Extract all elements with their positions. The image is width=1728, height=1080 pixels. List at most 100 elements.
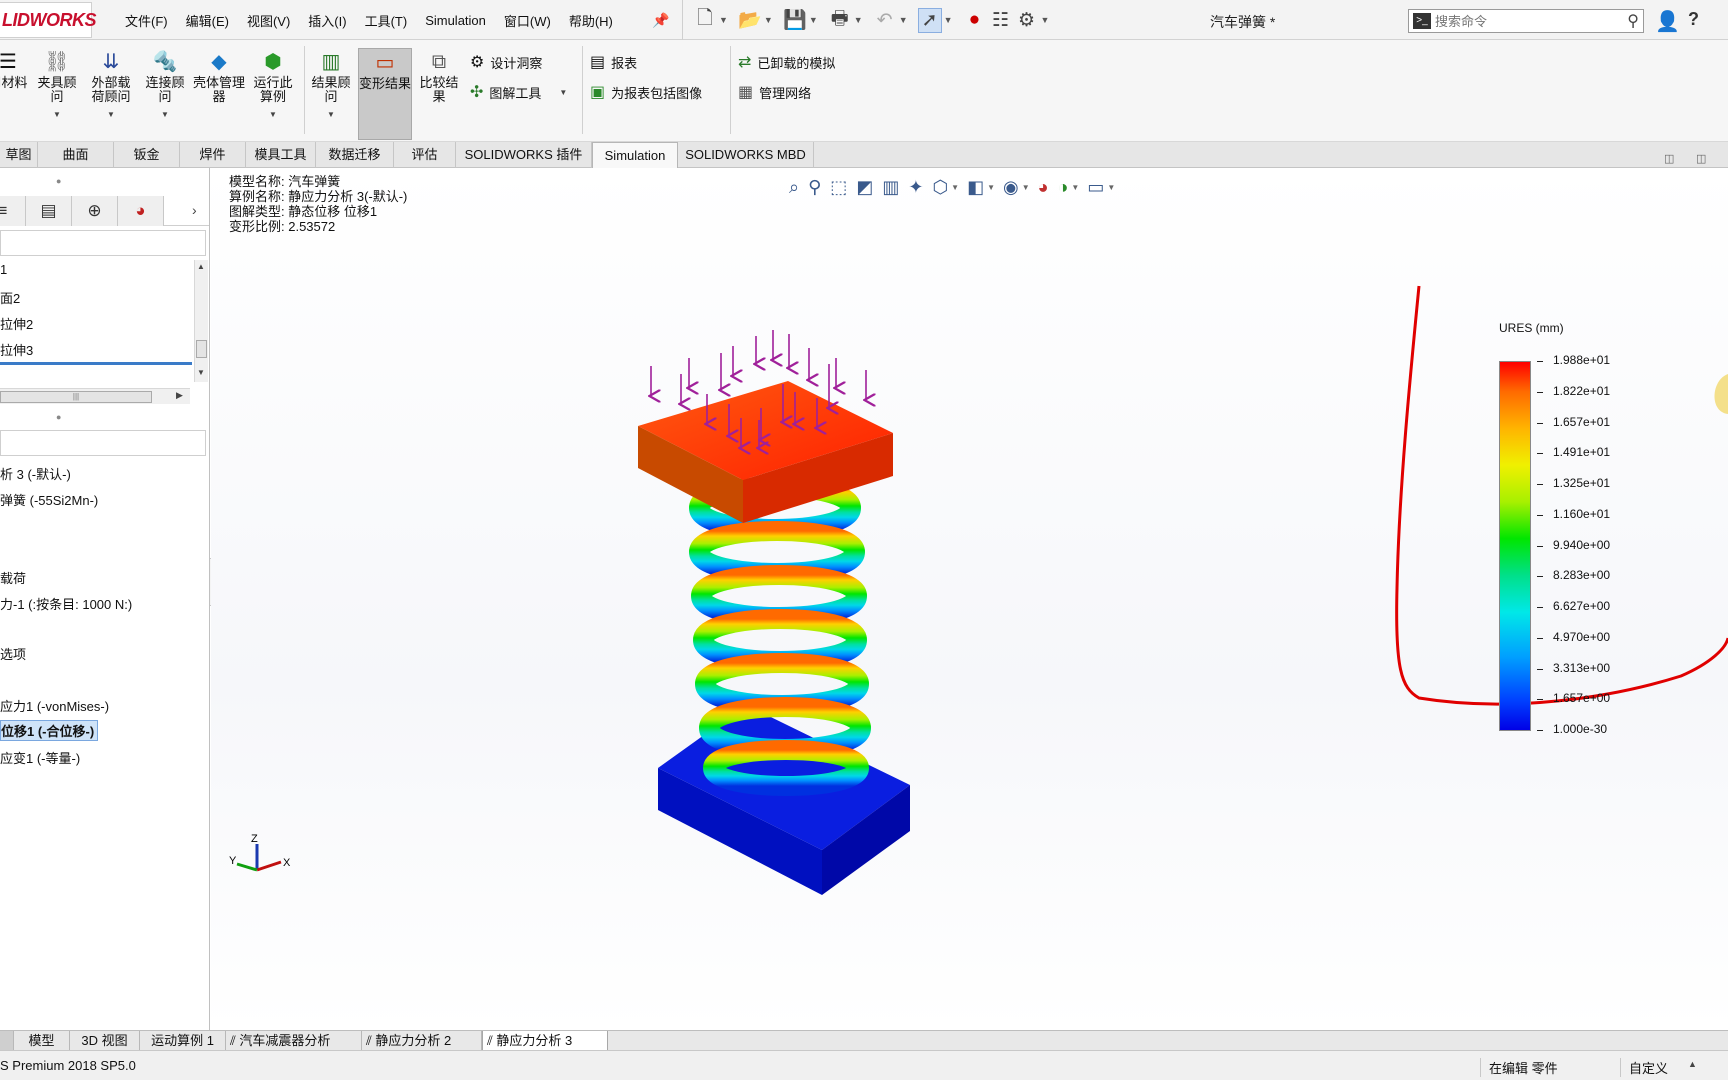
scroll-thumb[interactable]	[196, 340, 207, 358]
tab-mold-tools[interactable]: 模具工具	[246, 142, 316, 168]
external-loads-advisor-button[interactable]: ⇊ 外部载荷顾问 ▼	[86, 50, 136, 122]
menu-window[interactable]: 窗口(W)	[495, 11, 560, 30]
chevron-down-icon[interactable]: ▼	[854, 15, 863, 25]
search-input[interactable]	[1435, 13, 1595, 29]
select-pointer-icon[interactable]: ➚	[917, 7, 942, 33]
help-icon[interactable]: ?	[1688, 9, 1699, 30]
tab-sheet-metal[interactable]: 钣金	[114, 142, 180, 168]
manage-network-button[interactable]: ▦ 管理网络	[738, 82, 811, 102]
tab-static-2[interactable]: ⫽ 静应力分析 2	[362, 1031, 482, 1051]
tree-vertical-scrollbar[interactable]: ▲ ▼	[194, 260, 208, 382]
apply-material-button[interactable]: ☰ 用材料	[0, 50, 28, 90]
tab-data-migration[interactable]: 数据迁移	[316, 142, 394, 168]
open-folder-icon[interactable]: 📂	[738, 8, 762, 32]
rollback-bar[interactable]	[0, 362, 192, 365]
menu-view[interactable]: 视图(V)	[238, 11, 299, 30]
file-properties-icon[interactable]: ☷	[989, 9, 1013, 32]
rebuild-traffic-light-icon[interactable]: ●	[963, 9, 987, 31]
plot-tools-button[interactable]: ✣ 图解工具 ▼	[470, 82, 567, 102]
undo-icon[interactable]: ↶	[873, 9, 897, 32]
menu-edit[interactable]: 编辑(E)	[177, 11, 238, 30]
run-study-button[interactable]: ⬢ 运行此算例 ▼	[248, 50, 298, 122]
tab-sketch[interactable]: 草图	[0, 142, 38, 168]
chevron-down-icon[interactable]: ▼	[140, 108, 190, 122]
study-tree-item-selected[interactable]: 位移1 (-合位移-)	[0, 720, 99, 741]
menu-simulation[interactable]: Simulation	[416, 13, 495, 28]
tab-solidworks-mbd[interactable]: SOLIDWORKS MBD	[678, 142, 814, 168]
chevron-down-icon[interactable]: ▼	[809, 15, 818, 25]
tree-filter-input[interactable]	[0, 230, 206, 256]
chevron-down-icon[interactable]: ▼	[719, 15, 728, 25]
study-tree-item[interactable]: 析 3 (-默认-)	[0, 464, 71, 483]
compare-results-button[interactable]: ⧉ 比较结果	[414, 50, 464, 104]
user-icon[interactable]: 👤	[1655, 9, 1680, 34]
scroll-down-icon[interactable]: ▼	[197, 368, 205, 377]
study-filter-input[interactable]	[0, 430, 206, 456]
tree-item[interactable]: 面2	[0, 288, 20, 307]
tree-item[interactable]: 拉伸2	[0, 314, 33, 333]
deformed-result-button[interactable]: ▭ 变形结果	[358, 48, 412, 140]
app-logo[interactable]: LIDWORKS	[0, 2, 97, 38]
chevron-right-icon[interactable]: ›	[192, 202, 197, 218]
tree-horizontal-scrollbar[interactable]: ||| ▶	[0, 388, 190, 404]
tab-shock-absorber-analysis[interactable]: ⫽ 汽车减震器分析	[226, 1031, 362, 1051]
study-tree-item[interactable]: 弹簧 (-55Si2Mn-)	[0, 490, 98, 509]
results-advisor-button[interactable]: ▥ 结果顾问 ▼	[308, 50, 354, 122]
tab-simulation[interactable]: Simulation	[592, 142, 678, 168]
study-tree-item[interactable]: 应力1 (-vonMises-)	[0, 696, 109, 715]
scroll-up-icon[interactable]: ▲	[197, 262, 205, 271]
property-manager-tab[interactable]: ▤	[26, 196, 72, 226]
report-button[interactable]: ▤ 报表	[590, 52, 637, 72]
new-document-icon[interactable]: 🗋	[693, 4, 717, 36]
search-icon[interactable]: ⚲	[1627, 11, 1639, 31]
chevron-down-icon[interactable]: ▼	[86, 108, 136, 122]
pin-icon[interactable]: 📌	[652, 12, 669, 29]
chevron-down-icon[interactable]: ▼	[32, 108, 82, 122]
fixtures-advisor-button[interactable]: ⛓ 夹具顾问 ▼	[32, 50, 82, 122]
scroll-right-icon[interactable]: ▶	[176, 390, 183, 401]
menu-file[interactable]: 文件(F)	[116, 11, 177, 30]
chevron-down-icon[interactable]: ▼	[944, 15, 953, 25]
collapse-left-icon[interactable]: ◫	[1664, 152, 1674, 165]
tab-evaluate[interactable]: 评估	[394, 142, 456, 168]
chevron-down-icon[interactable]: ▼	[308, 108, 354, 122]
feature-manager-tab[interactable]: ≡	[0, 196, 26, 226]
menu-insert[interactable]: 插入(I)	[299, 11, 355, 30]
chevron-down-icon[interactable]: ▼	[764, 15, 773, 25]
study-tree-item[interactable]: 应变1 (-等量-)	[0, 748, 80, 767]
unloaded-simulations-button[interactable]: ⇄ 已卸载的模拟	[738, 52, 835, 72]
collapse-right-icon[interactable]: ◫	[1696, 152, 1706, 165]
include-image-button[interactable]: ▣ 为报表包括图像	[590, 82, 702, 102]
design-insight-button[interactable]: ⚙ 设计洞察	[470, 52, 542, 72]
tab-model[interactable]: 模型	[14, 1031, 70, 1051]
study-tree-item[interactable]: 力-1 (:按条目: 1000 N:)	[0, 594, 132, 613]
tab-scroll-left-icon[interactable]	[0, 1031, 14, 1051]
units-custom-button[interactable]: 自定义	[1620, 1058, 1668, 1077]
menu-tools[interactable]: 工具(T)	[356, 11, 417, 30]
tab-static-3[interactable]: ⫽ 静应力分析 3	[482, 1031, 608, 1051]
splitter-grip[interactable]: ●	[56, 176, 61, 186]
options-gear-icon[interactable]: ⚙	[1015, 9, 1039, 32]
graphics-area[interactable]: 模型名称: 汽车弹簧 算例名称: 静应力分析 3(-默认-) 图解类型: 静态位…	[211, 168, 1728, 1030]
tree-item[interactable]: 1	[0, 262, 7, 277]
chevron-up-icon[interactable]: ▲	[1688, 1059, 1697, 1069]
scroll-thumb[interactable]: |||	[0, 391, 152, 403]
chevron-down-icon[interactable]: ▼	[559, 88, 567, 97]
chevron-down-icon[interactable]: ▼	[899, 15, 908, 25]
tab-motion-study-1[interactable]: 运动算例 1	[140, 1031, 226, 1051]
splitter-grip[interactable]: ●	[56, 412, 61, 422]
search-commands-box[interactable]: >_ ⚲	[1408, 9, 1644, 33]
tab-solidworks-addins[interactable]: SOLIDWORKS 插件	[456, 142, 592, 168]
tab-3d-views[interactable]: 3D 视图	[70, 1031, 140, 1051]
shell-manager-button[interactable]: ◆ 壳体管理器	[192, 50, 246, 104]
tree-item[interactable]: 拉伸3	[0, 340, 33, 359]
connections-advisor-button[interactable]: 🔩 连接顾问 ▼	[140, 50, 190, 122]
tab-surfaces[interactable]: 曲面	[38, 142, 114, 168]
chevron-down-icon[interactable]: ▼	[248, 108, 298, 122]
chevron-down-icon[interactable]: ▼	[1041, 15, 1050, 25]
print-icon[interactable]: 🖶	[828, 4, 852, 36]
display-manager-icon[interactable]: ◕	[118, 196, 164, 226]
tab-weldments[interactable]: 焊件	[180, 142, 246, 168]
study-tree-item[interactable]: 选项	[0, 644, 26, 663]
dimxpert-crosshair-icon[interactable]: ⊕	[72, 196, 118, 226]
